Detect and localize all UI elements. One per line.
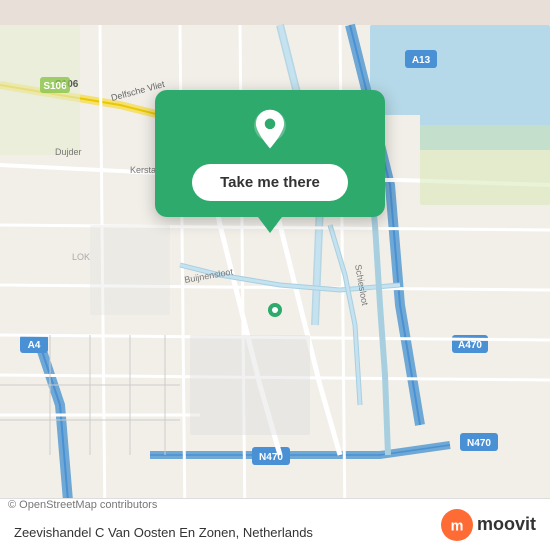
location-pin-icon: [248, 108, 292, 152]
svg-text:S106: S106: [43, 81, 67, 92]
svg-text:m: m: [451, 518, 464, 534]
svg-text:Dujder: Dujder: [55, 147, 82, 157]
svg-text:LOK: LOK: [72, 252, 90, 262]
map-container: A13 A4 N470 N470 A470: [0, 0, 550, 550]
svg-text:A13: A13: [412, 55, 431, 66]
take-me-there-button[interactable]: Take me there: [192, 164, 348, 201]
map-credit: © OpenStreetMap contributors: [8, 499, 157, 511]
location-name: Zeevishandel C Van Oosten En Zonen, Neth…: [14, 525, 441, 540]
popup-card: Take me there: [155, 90, 385, 217]
moovit-brand-icon: m: [441, 509, 473, 541]
svg-text:N470: N470: [467, 438, 491, 449]
svg-text:A4: A4: [28, 340, 41, 351]
moovit-logo: m moovit: [441, 509, 536, 541]
svg-text:A470: A470: [458, 340, 482, 351]
footer-bar: © OpenStreetMap contributors Zeevishande…: [0, 498, 550, 550]
moovit-text: moovit: [477, 514, 536, 535]
map-svg: A13 A4 N470 N470 A470: [0, 0, 550, 550]
